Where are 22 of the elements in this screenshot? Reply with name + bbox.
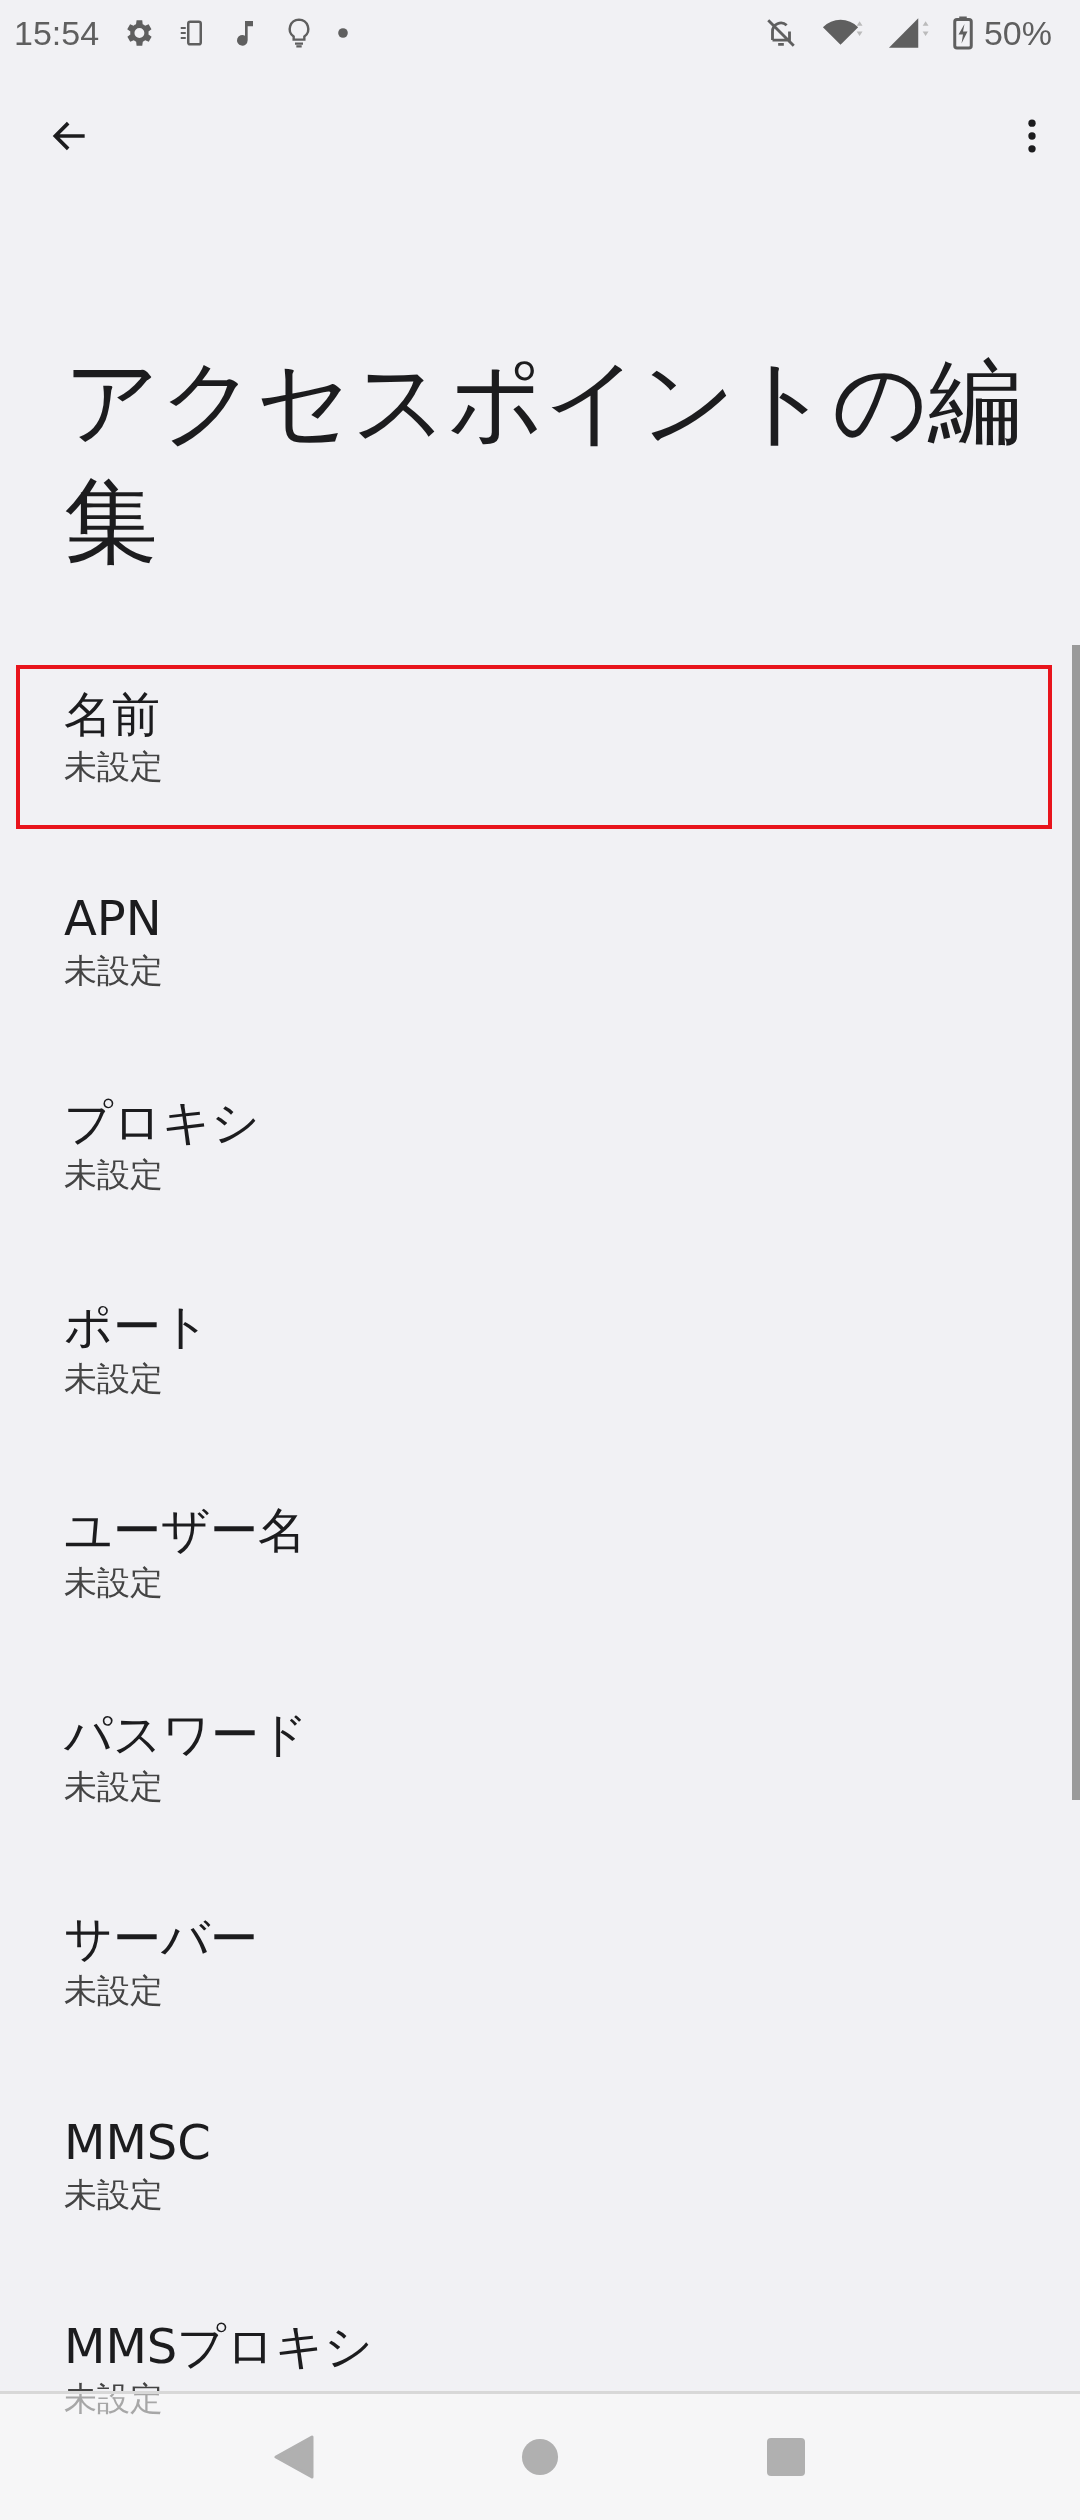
setting-title[interactable]: プロキシ xyxy=(64,1092,260,1152)
battery-level: 50% xyxy=(983,13,1052,53)
setting-summary: 未設定 xyxy=(64,746,163,788)
setting-title[interactable]: ユーザー名 xyxy=(64,1500,306,1560)
setting-summary: 未設定 xyxy=(64,1970,163,2012)
setting-summary: 未設定 xyxy=(64,1358,163,1400)
setting-summary: 未設定 xyxy=(64,1562,163,1604)
setting-title[interactable]: MMSC xyxy=(64,2112,211,2172)
setting-title[interactable]: APN xyxy=(64,888,162,948)
battery-icon xyxy=(951,15,974,51)
setting-title[interactable]: 名前 xyxy=(64,684,160,744)
setting-title[interactable]: パスワード xyxy=(64,1704,308,1764)
page-title: アクセスポイントの編集 xyxy=(64,346,1023,578)
dot-icon xyxy=(337,27,350,39)
setting-title[interactable]: ポート xyxy=(64,1296,210,1356)
setting-title[interactable]: サーバー xyxy=(64,1908,258,1968)
setting-title[interactable]: MMSプロキシ xyxy=(64,2316,374,2376)
setting-summary: 未設定 xyxy=(64,950,163,992)
setting-summary: 未設定 xyxy=(64,1766,163,1808)
setting-summary: 未設定 xyxy=(64,1154,163,1196)
status-time: 15:54 xyxy=(14,13,100,53)
setting-summary: 未設定 xyxy=(64,2174,163,2216)
